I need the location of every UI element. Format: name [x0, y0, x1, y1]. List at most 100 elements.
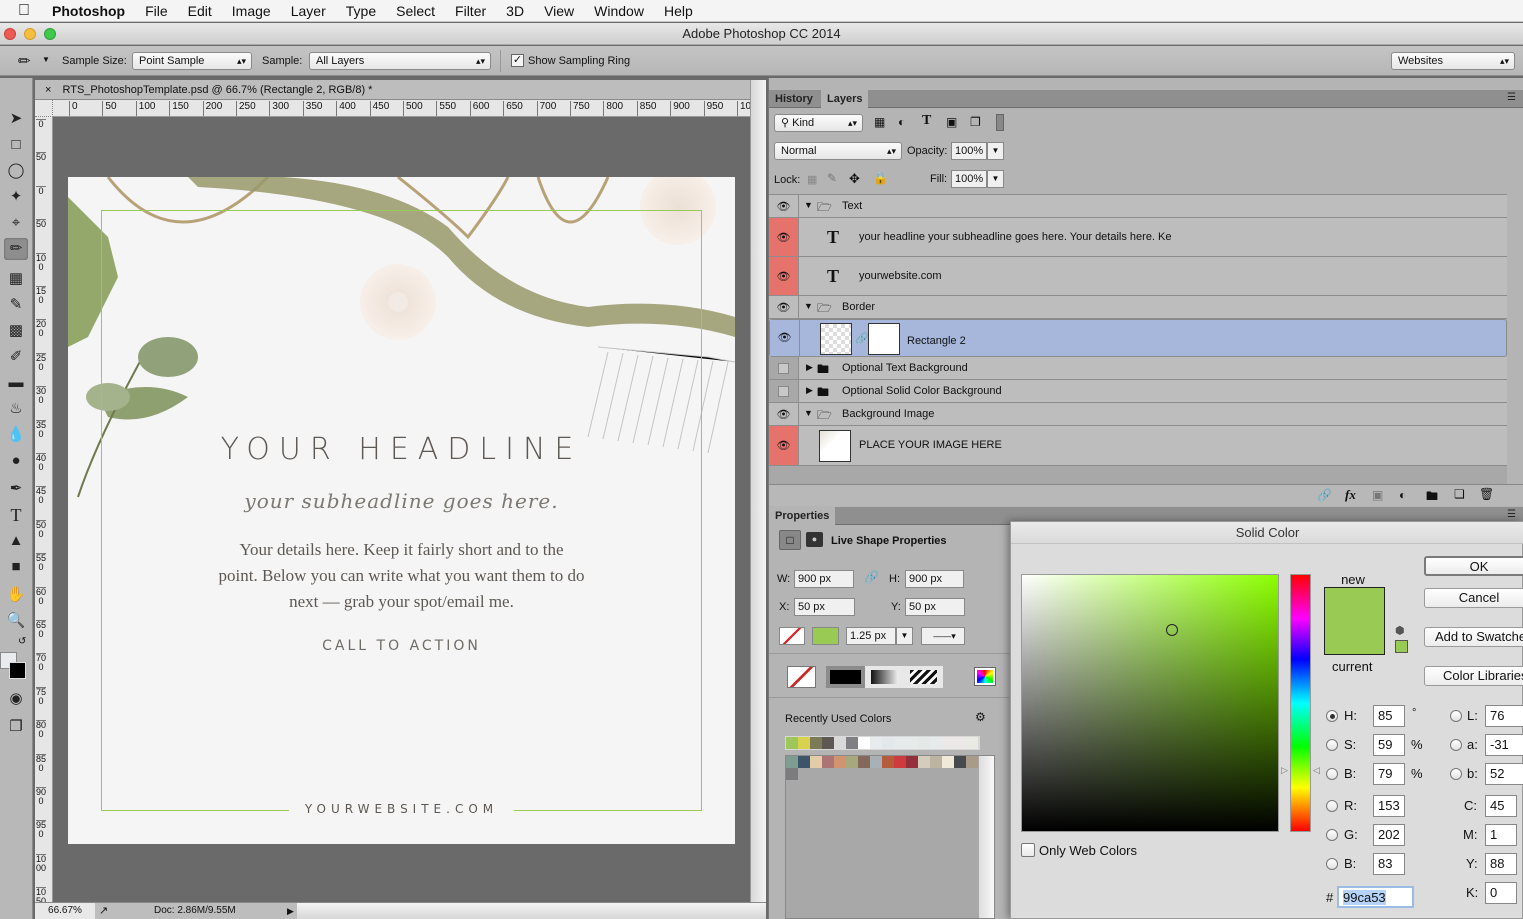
link-layers-icon[interactable]: 🔗: [1317, 488, 1332, 502]
color-swatch[interactable]: [858, 737, 870, 749]
marquee-tool-icon[interactable]: □: [4, 134, 28, 156]
hex-field[interactable]: 99ca53: [1337, 886, 1414, 908]
fill-type-solid-button[interactable]: [826, 666, 865, 688]
saturation-radio[interactable]: [1326, 739, 1338, 751]
color-field[interactable]: [1021, 574, 1279, 832]
color-swatch[interactable]: [906, 737, 918, 749]
layer-group-background-image[interactable]: 👁 ▼ 🗁 Background Image: [769, 403, 1507, 426]
tab-layers[interactable]: Layers: [821, 90, 869, 108]
sample-size-select[interactable]: Point Sample ▴▾: [132, 52, 252, 70]
color-swatch[interactable]: [822, 756, 834, 768]
color-swatch[interactable]: [786, 737, 798, 749]
color-swatch[interactable]: [930, 737, 942, 749]
lock-position-icon[interactable]: ✥: [849, 171, 860, 187]
blue-radio[interactable]: [1326, 858, 1338, 870]
color-picker-icon[interactable]: [974, 667, 996, 686]
opacity-field[interactable]: 100%: [951, 142, 987, 160]
document-tab[interactable]: × RTS_PhotoshopTemplate.psd @ 66.7% (Rec…: [35, 80, 750, 100]
layer-group-optional-text-background[interactable]: ▶ 🖿 Optional Text Background: [769, 357, 1507, 380]
zoom-tool-icon[interactable]: 🔍: [4, 610, 28, 632]
menu-image[interactable]: Image: [232, 3, 271, 19]
x-field[interactable]: 50 px: [794, 598, 855, 616]
delete-layer-icon[interactable]: 🗑: [1479, 487, 1494, 501]
spot-healing-tool-icon[interactable]: ▦: [4, 268, 28, 290]
color-swatch[interactable]: [942, 737, 954, 749]
color-swatch[interactable]: [954, 756, 966, 768]
hue-field[interactable]: 85: [1373, 705, 1405, 727]
color-libraries-button[interactable]: Color Libraries: [1424, 666, 1523, 686]
color-picker-cursor[interactable]: [1166, 624, 1178, 636]
color-swatch[interactable]: [870, 737, 882, 749]
menu-layer[interactable]: Layer: [291, 3, 326, 19]
color-swatch[interactable]: [786, 768, 798, 780]
preset-dropdown-arrow-icon[interactable]: ▼: [42, 55, 50, 64]
status-menu-arrow-icon[interactable]: ▶: [287, 903, 294, 919]
pen-tool-icon[interactable]: ✒: [4, 478, 28, 500]
color-swatch[interactable]: [858, 756, 870, 768]
y-field[interactable]: 50 px: [905, 598, 965, 616]
fill-none-swatch[interactable]: [779, 627, 805, 645]
document-horizontal-scrollbar[interactable]: [297, 903, 766, 919]
tab-properties[interactable]: Properties: [769, 507, 836, 525]
color-swatch[interactable]: [918, 737, 930, 749]
color-swatch[interactable]: [882, 756, 894, 768]
stroke-color-swatch[interactable]: [812, 627, 839, 645]
lab-b-field[interactable]: 52: [1485, 763, 1523, 785]
color-swatch[interactable]: [930, 756, 942, 768]
visibility-eye-icon[interactable]: 👁: [769, 218, 799, 256]
stroke-width-dropdown[interactable]: ▼: [896, 627, 913, 645]
menu-help[interactable]: Help: [664, 3, 693, 19]
expand-arrow-icon[interactable]: ▼: [804, 408, 813, 418]
color-swatch[interactable]: [906, 756, 918, 768]
lock-all-icon[interactable]: 🔒: [873, 171, 888, 185]
lab-a-field[interactable]: -31: [1485, 734, 1523, 756]
ruler-origin[interactable]: [35, 100, 53, 117]
color-swatch[interactable]: [822, 737, 834, 749]
zoom-level-field[interactable]: 66.67%: [35, 903, 95, 919]
visibility-toggle-off[interactable]: [769, 357, 799, 379]
adjustment-layer-icon[interactable]: ◐: [1399, 488, 1406, 502]
eyedropper-tool-icon[interactable]: ✏: [4, 238, 28, 260]
green-field[interactable]: 202: [1373, 824, 1405, 846]
opacity-dropdown[interactable]: ▼: [987, 142, 1004, 160]
color-swatch[interactable]: [942, 756, 954, 768]
hue-slider-left-handle[interactable]: ▷: [1281, 765, 1288, 776]
lab-a-radio[interactable]: [1450, 739, 1462, 751]
menu-app[interactable]: Photoshop: [52, 3, 125, 19]
green-radio[interactable]: [1326, 829, 1338, 841]
hand-tool-icon[interactable]: ✋: [4, 584, 28, 606]
color-swatch[interactable]: [810, 756, 822, 768]
background-color-swatch[interactable]: [9, 662, 26, 679]
layer-group-border[interactable]: 👁 ▼ 🗁 Border: [769, 296, 1507, 319]
menu-file[interactable]: File: [145, 3, 168, 19]
fx-icon[interactable]: fx: [1345, 487, 1356, 503]
color-swatch[interactable]: [918, 756, 930, 768]
eraser-tool-icon[interactable]: ▬: [4, 372, 28, 394]
visibility-eye-icon[interactable]: 👁: [769, 257, 799, 295]
color-swatch[interactable]: [894, 756, 906, 768]
fill-dropdown[interactable]: ▼: [987, 170, 1004, 188]
color-swatch[interactable]: [894, 737, 906, 749]
width-field[interactable]: 900 px: [794, 570, 854, 588]
sample-select[interactable]: All Layers ▴▾: [309, 52, 491, 70]
menu-view[interactable]: View: [544, 3, 574, 19]
apple-menu-icon[interactable]: : [18, 2, 36, 20]
document-canvas[interactable]: YOUR HEADLINE your subheadline goes here…: [68, 177, 735, 844]
quick-mask-icon[interactable]: ◉: [4, 688, 28, 710]
minimize-window-button[interactable]: [24, 28, 36, 40]
close-window-button[interactable]: [4, 28, 16, 40]
fill-type-gradient-button[interactable]: [865, 666, 904, 688]
brush-tool-icon[interactable]: ✎: [4, 294, 28, 316]
horizontal-ruler[interactable]: 0 50 100 150 200 250 300 350 400 450 500 550 600 650 7…: [53, 100, 750, 117]
tab-history[interactable]: History: [769, 90, 819, 108]
visibility-eye-icon[interactable]: 👁: [770, 320, 800, 356]
link-icon[interactable]: 🔗: [855, 331, 869, 347]
history-brush-tool-icon[interactable]: ✐: [4, 346, 28, 368]
paint-bucket-tool-icon[interactable]: ♨: [4, 398, 28, 420]
filter-toggle-switch[interactable]: [996, 114, 1004, 131]
hue-radio[interactable]: [1326, 710, 1338, 722]
workspace-select[interactable]: Websites ▴▾: [1391, 52, 1515, 70]
lasso-tool-icon[interactable]: ◯: [4, 160, 28, 182]
screen-mode-icon[interactable]: ❐: [4, 716, 28, 738]
smart-object-thumbnail[interactable]: [819, 430, 851, 462]
